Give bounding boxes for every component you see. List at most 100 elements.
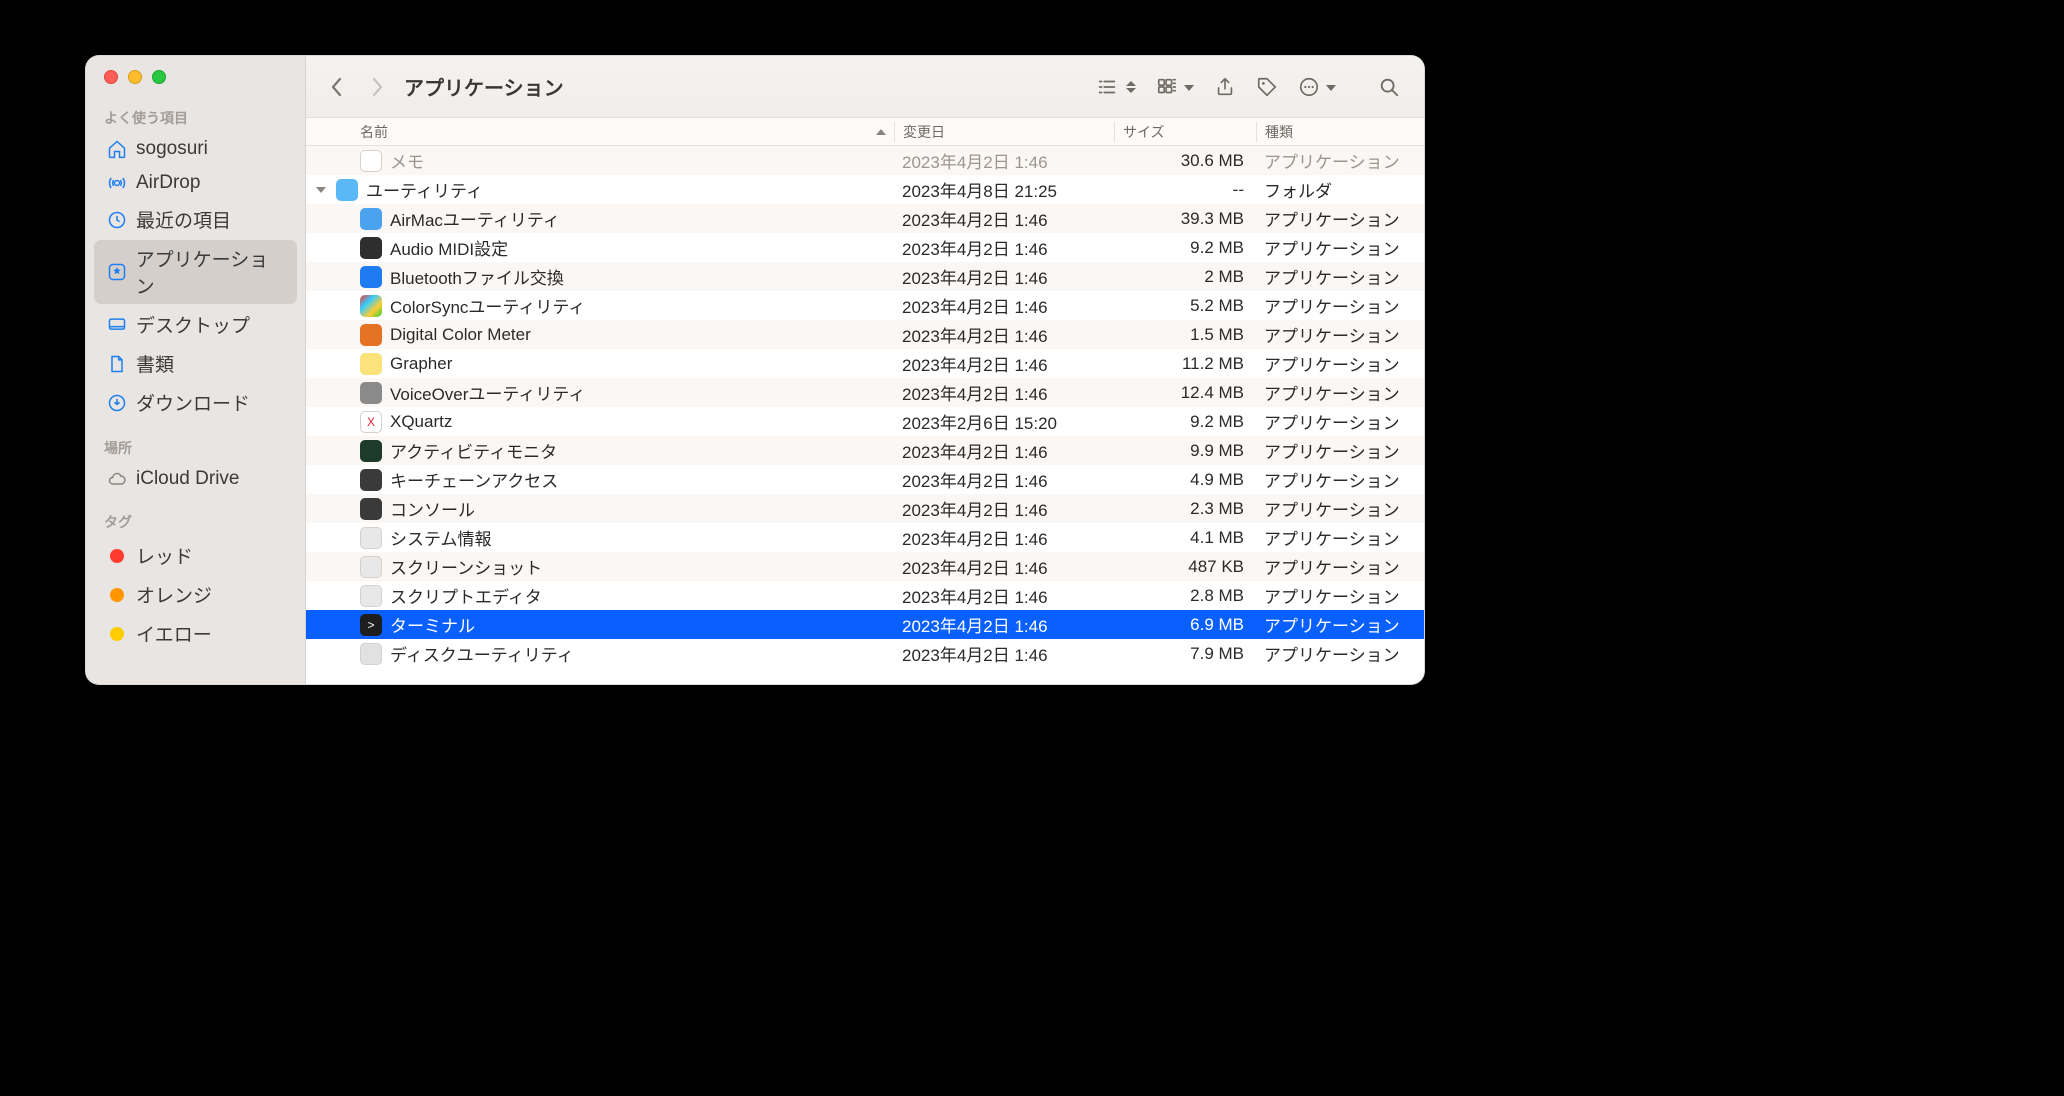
table-row[interactable]: メモ2023年4月2日 1:4630.6 MBアプリケーション bbox=[306, 146, 1424, 175]
table-row[interactable]: >ターミナル2023年4月2日 1:466.9 MBアプリケーション bbox=[306, 610, 1424, 639]
table-row[interactable]: システム情報2023年4月2日 1:464.1 MBアプリケーション bbox=[306, 523, 1424, 552]
finder-window: よく使う項目 sogosuri AirDrop 最近の項目 アプリケーション デ… bbox=[85, 55, 1425, 685]
table-row[interactable]: XXQuartz2023年2月6日 15:209.2 MBアプリケーション bbox=[306, 407, 1424, 436]
table-row[interactable]: ディスクユーティリティ2023年4月2日 1:467.9 MBアプリケーション bbox=[306, 639, 1424, 668]
table-row[interactable]: スクリーンショット2023年4月2日 1:46487 KBアプリケーション bbox=[306, 552, 1424, 581]
file-date: 2023年4月2日 1:46 bbox=[894, 583, 1114, 608]
file-name: キーチェーンアクセス bbox=[390, 467, 558, 492]
file-icon bbox=[360, 585, 382, 607]
file-size: 2.3 MB bbox=[1114, 499, 1256, 519]
sidebar-section-locations: 場所 bbox=[86, 432, 305, 462]
table-row[interactable]: ユーティリティ2023年4月8日 21:25--フォルダ bbox=[306, 175, 1424, 204]
sidebar-item-downloads[interactable]: ダウンロード bbox=[94, 384, 297, 421]
file-date: 2023年4月2日 1:46 bbox=[894, 235, 1114, 260]
file-date: 2023年4月2日 1:46 bbox=[894, 467, 1114, 492]
file-date: 2023年4月2日 1:46 bbox=[894, 525, 1114, 550]
group-button[interactable] bbox=[1156, 71, 1194, 103]
sidebar-tag-orange[interactable]: オレンジ bbox=[94, 576, 297, 613]
house-icon bbox=[106, 138, 128, 160]
action-button[interactable] bbox=[1298, 71, 1336, 103]
column-name[interactable]: 名前 bbox=[306, 122, 894, 142]
table-row[interactable]: Digital Color Meter2023年4月2日 1:461.5 MBア… bbox=[306, 320, 1424, 349]
file-date: 2023年4月2日 1:46 bbox=[894, 554, 1114, 579]
column-date-label: 変更日 bbox=[903, 124, 945, 140]
file-kind: アプリケーション bbox=[1256, 496, 1424, 521]
table-row[interactable]: VoiceOverユーティリティ2023年4月2日 1:4612.4 MBアプリ… bbox=[306, 378, 1424, 407]
minimize-icon[interactable] bbox=[128, 70, 142, 84]
disclosure-toggle[interactable] bbox=[306, 187, 336, 193]
sidebar-item-label: sogosuri bbox=[136, 138, 208, 160]
sidebar-item-documents[interactable]: 書類 bbox=[94, 345, 297, 382]
zoom-icon[interactable] bbox=[152, 70, 166, 84]
sidebar-item-label: レッド bbox=[136, 542, 193, 569]
file-name: AirMacユーティリティ bbox=[390, 206, 560, 231]
file-kind: アプリケーション bbox=[1256, 264, 1424, 289]
file-kind: フォルダ bbox=[1256, 177, 1424, 202]
sidebar-item-home[interactable]: sogosuri bbox=[94, 133, 297, 165]
document-icon bbox=[106, 353, 128, 375]
sidebar-tag-red[interactable]: レッド bbox=[94, 537, 297, 574]
file-date: 2023年4月2日 1:46 bbox=[894, 438, 1114, 463]
sidebar-tag-yellow[interactable]: イエロー bbox=[94, 615, 297, 652]
table-row[interactable]: Grapher2023年4月2日 1:4611.2 MBアプリケーション bbox=[306, 349, 1424, 378]
sidebar-item-airdrop[interactable]: AirDrop bbox=[94, 167, 297, 199]
column-kind-label: 種類 bbox=[1265, 124, 1293, 140]
back-button[interactable] bbox=[320, 71, 354, 103]
table-row[interactable]: Bluetoothファイル交換2023年4月2日 1:462 MBアプリケーショ… bbox=[306, 262, 1424, 291]
table-row[interactable]: Audio MIDI設定2023年4月2日 1:469.2 MBアプリケーション bbox=[306, 233, 1424, 262]
table-row[interactable]: アクティビティモニタ2023年4月2日 1:469.9 MBアプリケーション bbox=[306, 436, 1424, 465]
table-row[interactable]: ColorSyncユーティリティ2023年4月2日 1:465.2 MBアプリケ… bbox=[306, 291, 1424, 320]
file-date: 2023年4月2日 1:46 bbox=[894, 148, 1114, 173]
close-icon[interactable] bbox=[104, 70, 118, 84]
file-size: 2.8 MB bbox=[1114, 586, 1256, 606]
view-mode-button[interactable] bbox=[1096, 71, 1136, 103]
table-row[interactable]: キーチェーンアクセス2023年4月2日 1:464.9 MBアプリケーション bbox=[306, 465, 1424, 494]
file-name: VoiceOverユーティリティ bbox=[390, 380, 585, 405]
forward-button[interactable] bbox=[360, 71, 394, 103]
sidebar-item-desktop[interactable]: デスクトップ bbox=[94, 306, 297, 343]
file-icon bbox=[360, 382, 382, 404]
search-button[interactable] bbox=[1378, 71, 1400, 103]
file-size: 9.9 MB bbox=[1114, 441, 1256, 461]
table-row[interactable]: コンソール2023年4月2日 1:462.3 MBアプリケーション bbox=[306, 494, 1424, 523]
share-icon bbox=[1214, 76, 1236, 98]
column-kind[interactable]: 種類 bbox=[1256, 122, 1424, 142]
chevron-down-icon bbox=[1184, 85, 1194, 91]
column-date[interactable]: 変更日 bbox=[894, 122, 1114, 142]
file-kind: アプリケーション bbox=[1256, 554, 1424, 579]
file-name: Digital Color Meter bbox=[390, 325, 531, 345]
file-name: Grapher bbox=[390, 354, 452, 374]
file-name: スクリーンショット bbox=[390, 554, 542, 579]
tag-dot-icon bbox=[110, 627, 124, 641]
file-kind: アプリケーション bbox=[1256, 641, 1424, 666]
column-size[interactable]: サイズ bbox=[1114, 122, 1256, 142]
file-name: Audio MIDI設定 bbox=[390, 235, 508, 260]
sidebar-item-icloud[interactable]: iCloud Drive bbox=[94, 463, 297, 495]
tags-button[interactable] bbox=[1256, 71, 1278, 103]
file-size: 30.6 MB bbox=[1114, 151, 1256, 171]
file-icon: X bbox=[360, 411, 382, 433]
tag-dot-icon bbox=[110, 588, 124, 602]
file-icon bbox=[360, 353, 382, 375]
file-date: 2023年2月6日 15:20 bbox=[894, 409, 1114, 434]
share-button[interactable] bbox=[1214, 71, 1236, 103]
file-size: 11.2 MB bbox=[1114, 354, 1256, 374]
file-name: ターミナル bbox=[390, 612, 475, 637]
file-date: 2023年4月2日 1:46 bbox=[894, 496, 1114, 521]
file-date: 2023年4月2日 1:46 bbox=[894, 351, 1114, 376]
chevron-right-icon bbox=[370, 77, 384, 97]
table-row[interactable]: スクリプトエディタ2023年4月2日 1:462.8 MBアプリケーション bbox=[306, 581, 1424, 610]
sidebar-item-recents[interactable]: 最近の項目 bbox=[94, 201, 297, 238]
nav-buttons bbox=[320, 71, 394, 103]
sidebar-item-label: イエロー bbox=[136, 620, 212, 647]
tag-dot-icon bbox=[110, 549, 124, 563]
sidebar-item-applications[interactable]: アプリケーション bbox=[94, 240, 297, 304]
table-row[interactable]: AirMacユーティリティ2023年4月2日 1:4639.3 MBアプリケーシ… bbox=[306, 204, 1424, 233]
file-name: ディスクユーティリティ bbox=[390, 641, 574, 666]
sidebar-item-label: オレンジ bbox=[136, 581, 212, 608]
file-icon bbox=[360, 266, 382, 288]
file-name: メモ bbox=[390, 148, 424, 173]
file-list[interactable]: メモ2023年4月2日 1:4630.6 MBアプリケーションユーティリティ20… bbox=[306, 146, 1424, 684]
clock-icon bbox=[106, 209, 128, 231]
updown-icon bbox=[1126, 81, 1136, 93]
